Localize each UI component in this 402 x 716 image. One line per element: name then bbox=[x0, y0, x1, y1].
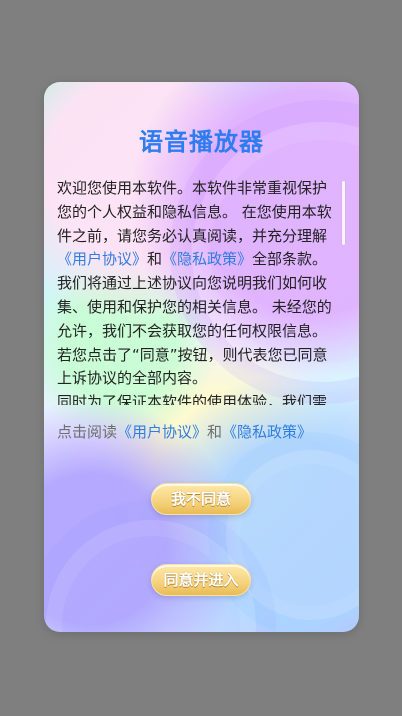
agreement-line: 允许，我们不会获取您的任何权限信息。 bbox=[57, 321, 328, 340]
agree-and-enter-button[interactable]: 同意并进入 bbox=[151, 564, 251, 596]
read-privacy-policy-link[interactable]: 《隐私政策》 bbox=[222, 423, 312, 441]
agreement-line: 您的个人权益和隐私信息。 在您使用本软 bbox=[57, 202, 332, 221]
read-prompt-prefix: 点击阅读 bbox=[57, 423, 118, 441]
all-terms-text: 全部条款。 bbox=[252, 250, 328, 269]
and-text: 和 bbox=[147, 250, 163, 269]
read-user-agreement-link[interactable]: 《用户协议》 bbox=[117, 423, 207, 441]
read-prompt-and: 和 bbox=[207, 423, 223, 441]
agreement-line: 同时为了保证本软件的使用体验，我们需 bbox=[57, 393, 328, 405]
decorative-ring bbox=[208, 432, 359, 632]
agreement-link-line: 《用户协议》和《隐私政策》全部条款。 bbox=[57, 248, 339, 272]
privacy-policy-link[interactable]: 《隐私政策》 bbox=[162, 250, 252, 268]
agreement-scrollbar[interactable] bbox=[342, 181, 345, 245]
agreement-line: 集、使用和保护您的相关信息。 未经您的 bbox=[57, 297, 332, 316]
disagree-button[interactable]: 我不同意 bbox=[151, 483, 251, 515]
agreement-line: 若您点击了“同意”按钮，则代表您已同意 bbox=[57, 345, 328, 364]
screen: 语音播放器 欢迎您使用本软件。本软件非常重视保护 您的个人权益和隐私信息。 在您… bbox=[0, 0, 402, 716]
privacy-dialog: 语音播放器 欢迎您使用本软件。本软件非常重视保护 您的个人权益和隐私信息。 在您… bbox=[44, 82, 359, 632]
agreement-line: 我们将通过上述协议向您说明我们如何收 bbox=[57, 274, 328, 293]
dialog-title: 语音播放器 bbox=[139, 128, 264, 156]
agreement-line: 欢迎您使用本软件。本软件非常重视保护 bbox=[57, 179, 328, 197]
read-agreement-prompt: 点击阅读《用户协议》和《隐私政策》 bbox=[57, 422, 312, 442]
agreement-line: 上诉协议的全部内容。 bbox=[57, 369, 208, 388]
agreement-line: 件之前，请您务必认真阅读，并充分理解 bbox=[57, 226, 328, 245]
user-agreement-link[interactable]: 《用户协议》 bbox=[57, 250, 147, 268]
agreement-text-area[interactable]: 欢迎您使用本软件。本软件非常重视保护 您的个人权益和隐私信息。 在您使用本软 件… bbox=[57, 177, 339, 405]
